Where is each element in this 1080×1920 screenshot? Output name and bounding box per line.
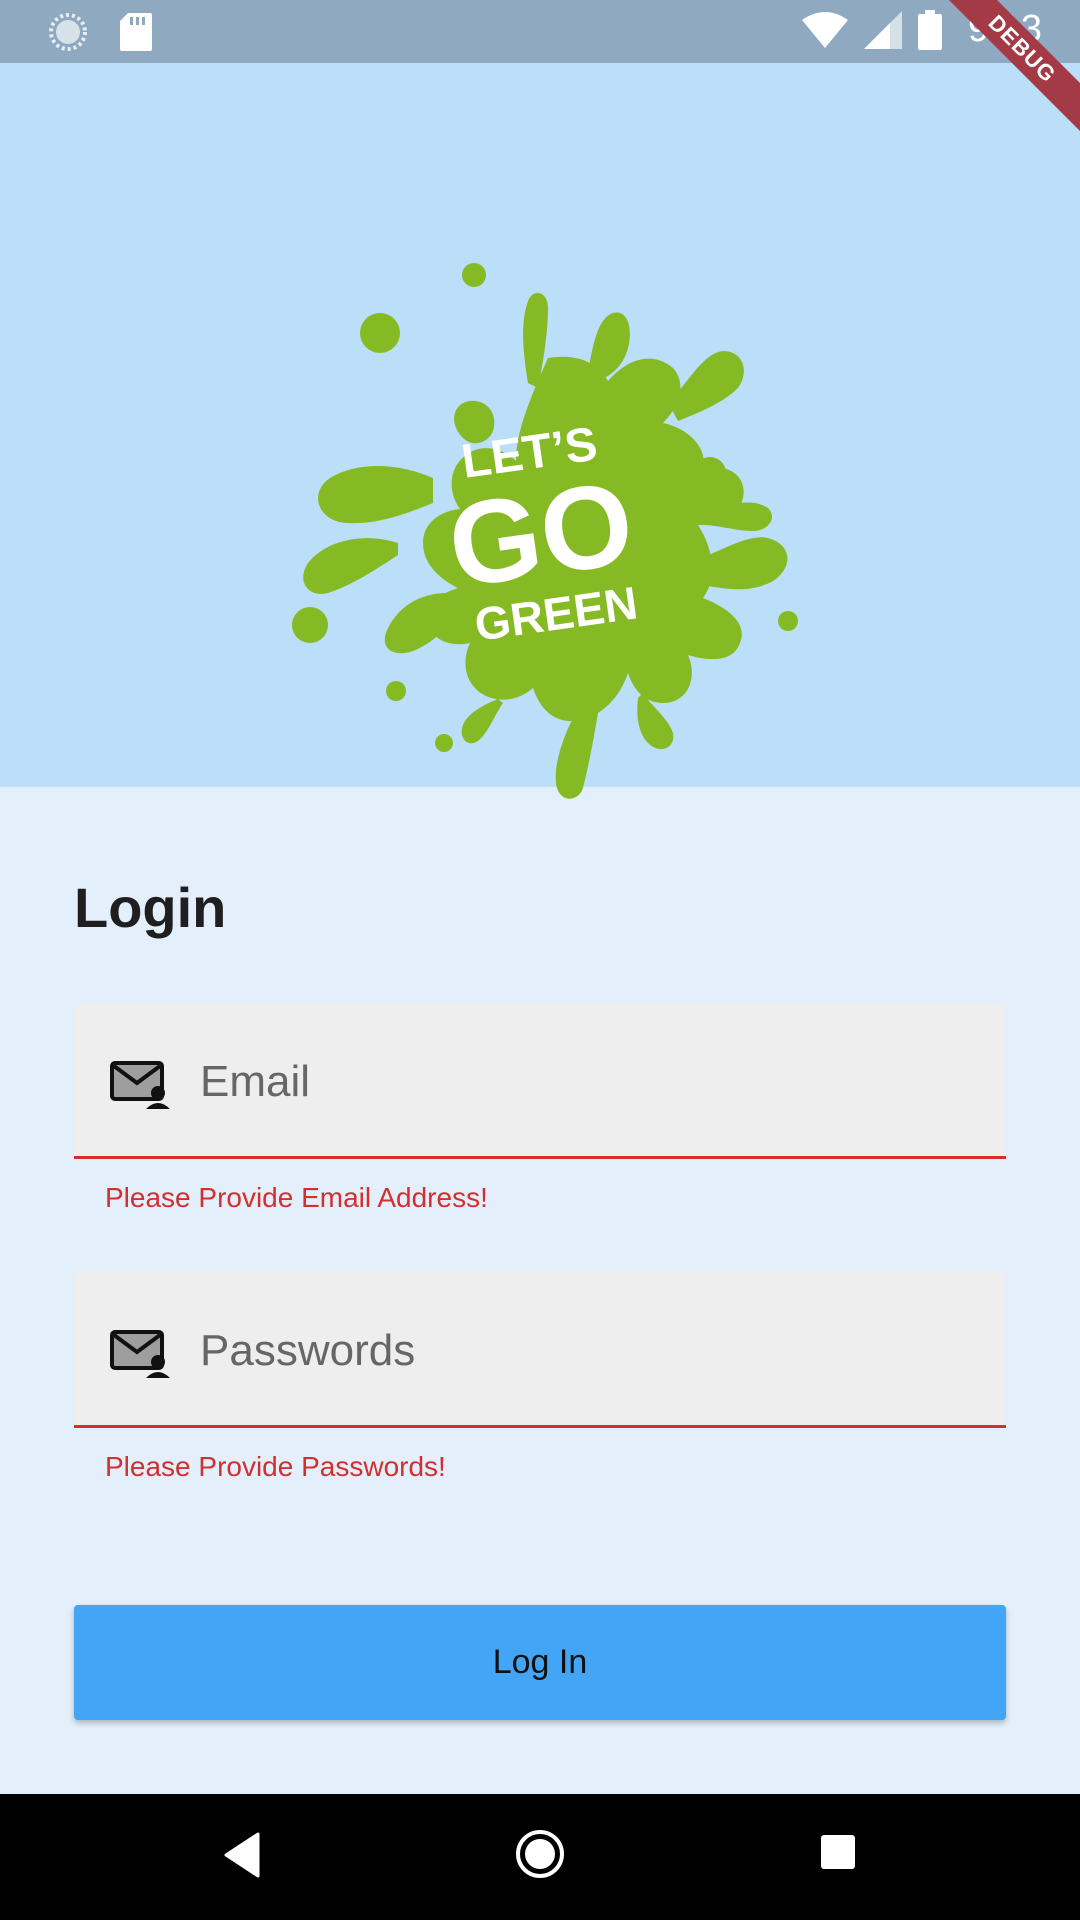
- email-error: Please Provide Email Address!: [105, 1182, 488, 1213]
- hero-banner: LET’S GO GREEN: [0, 63, 1080, 799]
- wifi-icon: [802, 11, 849, 48]
- navigation-bar: [0, 1794, 1080, 1920]
- status-bar: 9:13: [0, 0, 1080, 63]
- back-icon[interactable]: [222, 1832, 262, 1878]
- home-icon[interactable]: [514, 1828, 566, 1880]
- cell-signal-icon: [864, 10, 903, 49]
- email-field[interactable]: [74, 1003, 1006, 1159]
- battery-icon: [918, 9, 943, 50]
- page-title: Login: [74, 876, 227, 939]
- login-button[interactable]: Log In: [74, 1605, 1006, 1720]
- password-error: Please Provide Passwords!: [105, 1451, 446, 1482]
- recents-icon[interactable]: [820, 1834, 856, 1870]
- email-input[interactable]: [198, 1043, 962, 1121]
- contact-mail-icon: [110, 1330, 170, 1378]
- sync-icon: [49, 13, 87, 51]
- contact-mail-icon: [110, 1061, 170, 1109]
- password-field[interactable]: [74, 1272, 1006, 1428]
- lets-go-green-logo: LET’S GO GREEN: [292, 263, 798, 799]
- password-input[interactable]: [198, 1312, 962, 1390]
- sd-card-icon: [120, 13, 152, 51]
